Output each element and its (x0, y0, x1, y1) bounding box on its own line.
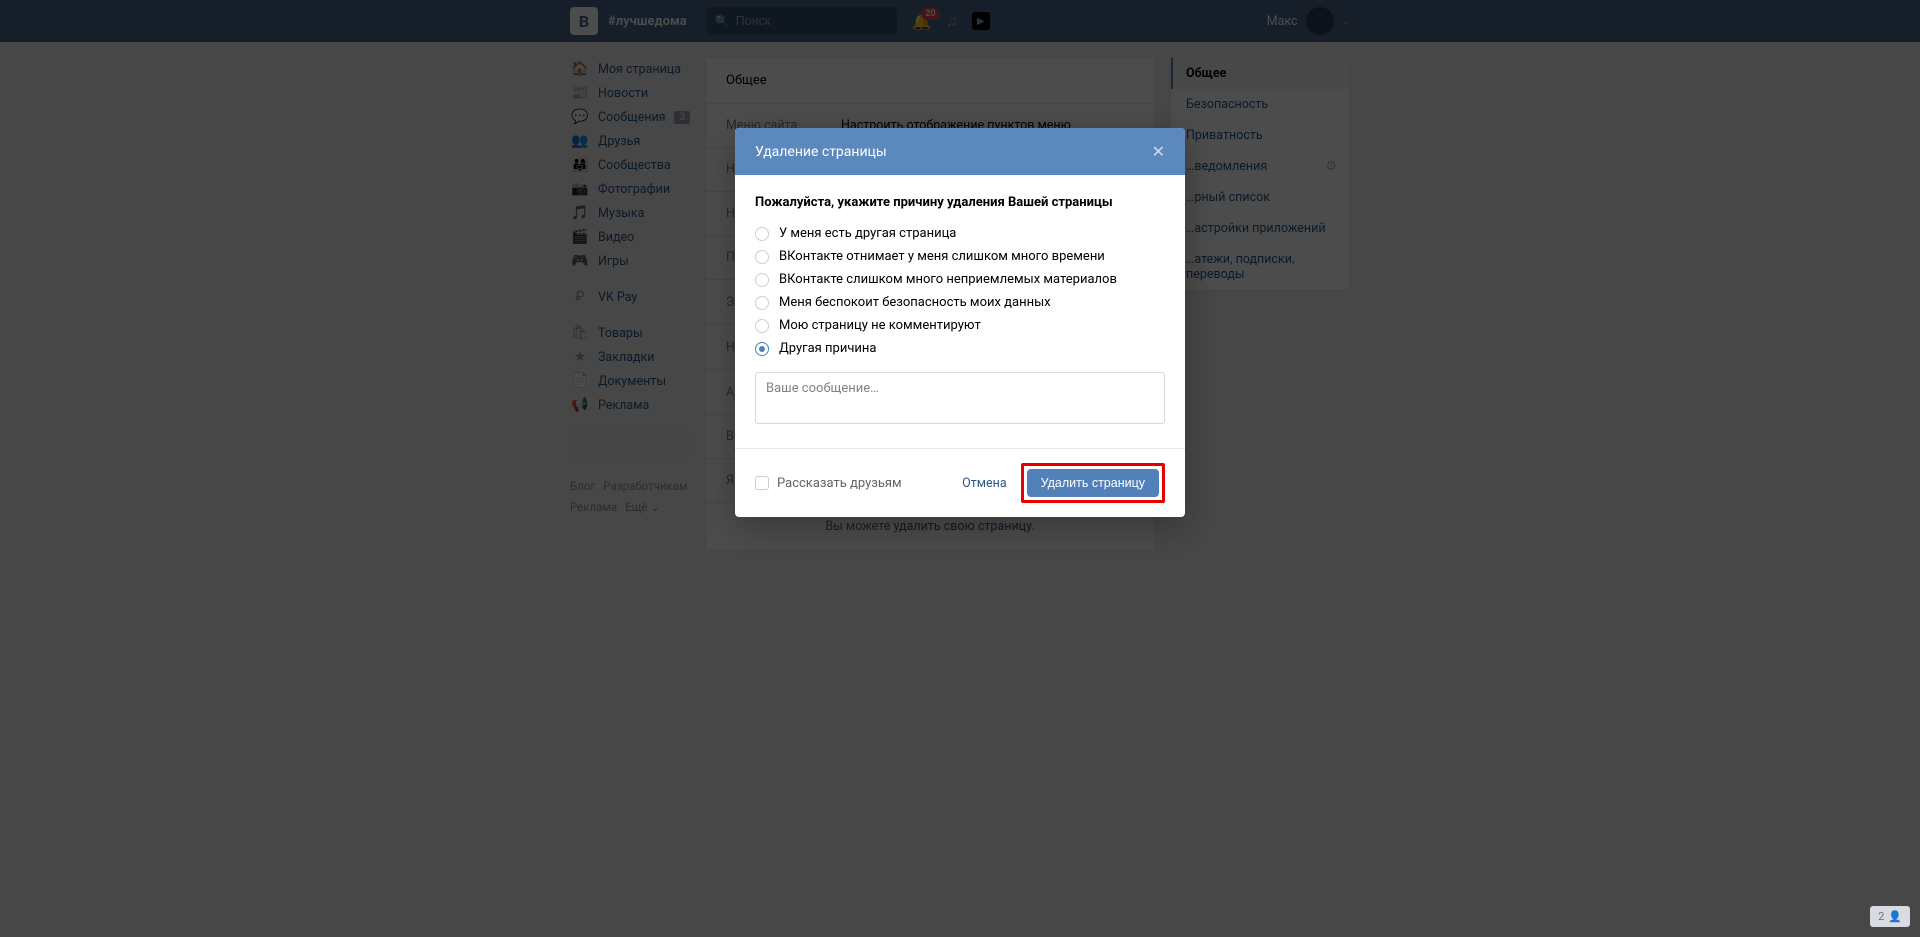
checkbox-icon (755, 476, 769, 490)
reason-radio[interactable]: ВКонтакте слишком много неприемлемых мат… (755, 268, 1165, 291)
modal-overlay[interactable]: Удаление страницы ✕ Пожалуйста, укажите … (0, 0, 1920, 937)
bottom-indicator[interactable]: 2 👤 (1870, 906, 1910, 927)
radio-icon (755, 273, 769, 287)
reason-radio[interactable]: Мою страницу не комментируют (755, 314, 1165, 337)
reason-radio[interactable]: ВКонтакте отнимает у меня слишком много … (755, 245, 1165, 268)
radio-icon (755, 342, 769, 356)
modal-header: Удаление страницы ✕ (735, 128, 1185, 175)
reason-textarea[interactable] (755, 372, 1165, 424)
highlight-annotation: Удалить страницу (1021, 463, 1165, 503)
close-icon[interactable]: ✕ (1152, 142, 1165, 161)
reason-radio[interactable]: Другая причина (755, 337, 1165, 360)
reason-radio[interactable]: Меня беспокоит безопасность моих данных (755, 291, 1165, 314)
radio-icon (755, 250, 769, 264)
person-icon: 👤 (1888, 910, 1902, 923)
tell-friends-checkbox[interactable]: Рассказать друзьям (755, 476, 902, 491)
radio-icon (755, 319, 769, 333)
radio-icon (755, 296, 769, 310)
cancel-button[interactable]: Отмена (962, 476, 1007, 491)
modal-title: Удаление страницы (755, 144, 887, 160)
delete-button[interactable]: Удалить страницу (1027, 469, 1159, 497)
delete-page-modal: Удаление страницы ✕ Пожалуйста, укажите … (735, 128, 1185, 517)
modal-prompt: Пожалуйста, укажите причину удаления Ваш… (755, 195, 1165, 210)
reason-radio[interactable]: У меня есть другая страница (755, 222, 1165, 245)
radio-icon (755, 227, 769, 241)
